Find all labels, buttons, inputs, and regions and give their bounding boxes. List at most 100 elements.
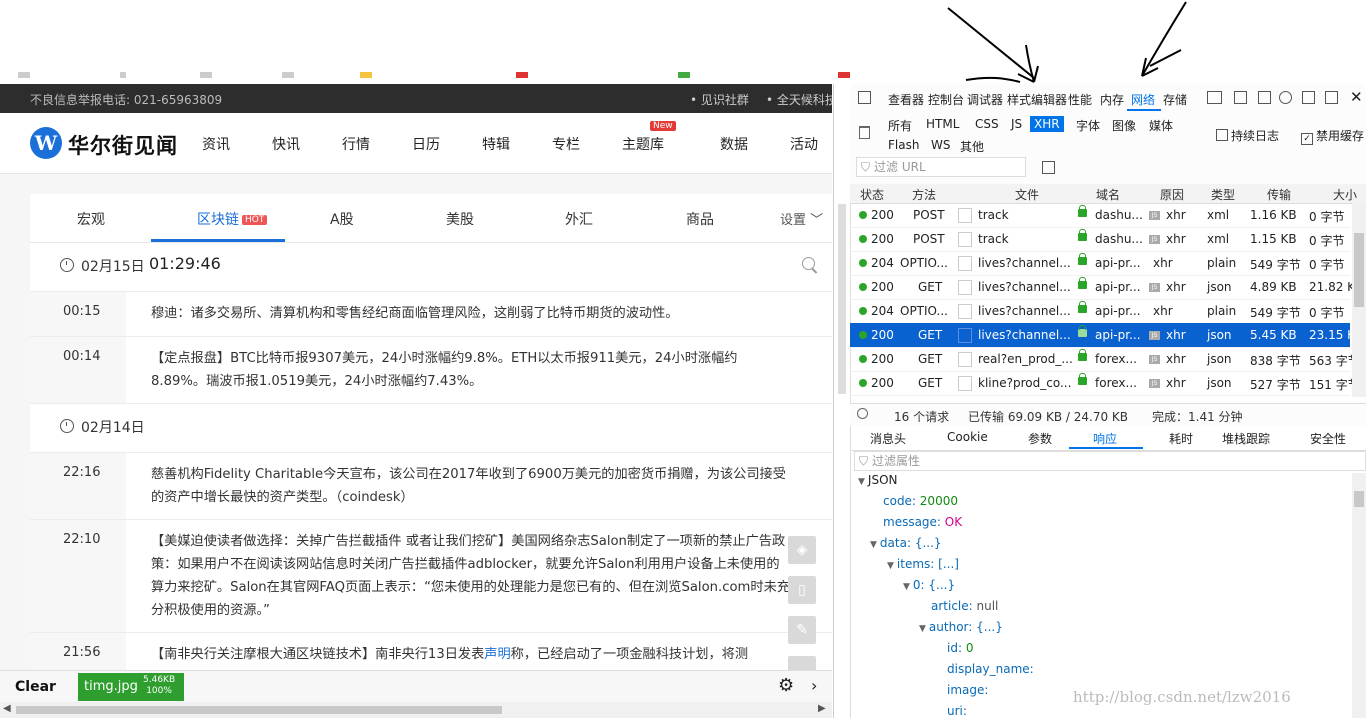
reload-icon[interactable]	[857, 408, 868, 419]
col-size[interactable]: 大小	[1333, 186, 1357, 203]
filter-images[interactable]: 图像	[1108, 116, 1140, 135]
tab-response[interactable]: 响应	[1093, 430, 1117, 447]
gear-icon[interactable]	[1279, 91, 1292, 104]
tab-security[interactable]: 安全性	[1310, 430, 1346, 447]
json-node[interactable]: ▼ items: [...]	[887, 557, 959, 571]
request-row[interactable]: JS 200 GET kline?prod_co... forex... xhr json 5…	[850, 371, 1360, 396]
community-link[interactable]: • 见识社群	[690, 91, 749, 108]
tab-network[interactable]: 网络	[1131, 91, 1155, 108]
tab-macro[interactable]: 宏观	[77, 209, 105, 229]
mobile-icon[interactable]: ▯	[788, 576, 816, 604]
request-row[interactable]: 204 OPTIO... lives?channel... api-pr... xhr p…	[850, 251, 1350, 276]
col-status[interactable]: 状态	[860, 186, 884, 203]
popout-icon[interactable]	[1325, 91, 1338, 104]
layout-icon[interactable]	[1207, 91, 1222, 104]
bookmark-icon[interactable]	[678, 72, 690, 78]
bookmark-icon[interactable]	[200, 72, 212, 78]
nav-calendar[interactable]: 日历	[412, 134, 440, 154]
nav-events[interactable]: 活动	[790, 134, 818, 154]
filter-flash[interactable]: Flash	[884, 137, 923, 153]
tab-debugger[interactable]: 调试器	[967, 91, 1003, 108]
expand-triangle-icon[interactable]: ▼	[887, 561, 894, 571]
tab-memory[interactable]: 内存	[1100, 91, 1124, 108]
scroll-right-icon[interactable]: ▶	[818, 703, 826, 714]
nav-market[interactable]: 行情	[342, 134, 370, 154]
persist-log-checkbox[interactable]: 持续日志	[1216, 127, 1279, 144]
bookmark-icon[interactable]	[18, 72, 30, 78]
scrollbar-thumb[interactable]	[16, 706, 502, 714]
share-icon[interactable]: ◈	[788, 536, 816, 564]
col-file[interactable]: 文件	[1015, 186, 1039, 203]
scrollbar-thumb[interactable]	[1354, 233, 1364, 307]
tab-params[interactable]: 参数	[1028, 430, 1052, 447]
checkbox-box[interactable]	[1216, 129, 1228, 141]
col-type[interactable]: 类型	[1211, 186, 1235, 203]
checkbox-checked[interactable]: ✓	[1301, 133, 1313, 145]
scrollbar-thumb[interactable]	[1354, 491, 1364, 507]
tab-stack-trace[interactable]: 堆栈跟踪	[1222, 430, 1270, 447]
filter-ws[interactable]: WS	[927, 137, 954, 153]
statement-link[interactable]: 声明	[484, 647, 510, 662]
json-node[interactable]: ▼ 0: {...}	[903, 578, 955, 592]
trash-icon[interactable]	[859, 126, 870, 139]
edit-icon[interactable]: ✎	[788, 616, 816, 644]
horizontal-scrollbar[interactable]: ◀ ▶	[0, 702, 832, 718]
gear-icon[interactable]: ⚙	[778, 675, 794, 696]
download-item[interactable]: timg.jpg 5.46KB 100%	[78, 673, 184, 701]
tab-forex[interactable]: 外汇	[565, 209, 593, 229]
col-cause[interactable]: 原因	[1160, 186, 1184, 203]
funnel-icon[interactable]	[1042, 161, 1055, 174]
filter-other[interactable]: 其他	[956, 137, 988, 156]
bookmark-icon[interactable]	[516, 72, 528, 78]
page-vertical-scrollbar[interactable]	[834, 84, 851, 718]
filter-js[interactable]: JS	[1007, 116, 1026, 132]
tab-a-shares[interactable]: A股	[330, 209, 354, 229]
filter-xhr[interactable]: XHR	[1030, 116, 1064, 132]
settings-dropdown[interactable]: 设置 ﹀	[780, 209, 823, 228]
tab-cookies[interactable]: Cookie	[947, 430, 988, 444]
request-row[interactable]: JS 200 GET lives?channel... api-pr... xhr json…	[850, 275, 1363, 300]
close-icon[interactable]: ✕	[1350, 88, 1363, 106]
filter-css[interactable]: CSS	[971, 116, 1003, 132]
expand-triangle-icon[interactable]: ▼	[919, 624, 926, 634]
bookmark-icon[interactable]	[360, 72, 372, 78]
tab-console[interactable]: 控制台	[928, 91, 964, 108]
nav-topics[interactable]: 主题库	[622, 134, 664, 154]
tab-style-editor[interactable]: 样式编辑器	[1007, 91, 1067, 108]
expand-triangle-icon[interactable]: ▼	[903, 582, 910, 592]
bookmark-icon[interactable]	[120, 72, 126, 78]
split-console-icon[interactable]	[1234, 91, 1247, 104]
request-row[interactable]: JS 200 POST track dashu... xhr xml 1.16 KB 0 字节	[850, 203, 1350, 228]
logo-name[interactable]: 华尔街见闻	[68, 130, 178, 160]
json-node[interactable]: ▼ data: {...}	[870, 536, 942, 550]
tab-inspector[interactable]: 查看器	[888, 91, 924, 108]
news-item[interactable]: 22:10 【美媒迫使读者做选择：关掉广告拦截插件 或者让我们挖矿】美国网络杂志…	[30, 520, 832, 633]
scrollbar-thumb[interactable]	[838, 204, 846, 394]
nav-column[interactable]: 专栏	[552, 134, 580, 154]
request-list-scrollbar[interactable]	[1352, 203, 1366, 397]
tech-link[interactable]: • 全天候科技	[766, 91, 832, 108]
request-row[interactable]: JS 200 POST track dashu... xhr xml 1.15 KB 0 字节	[850, 227, 1350, 252]
nav-flash[interactable]: 快讯	[272, 134, 300, 154]
tab-storage[interactable]: 存储	[1163, 91, 1187, 108]
json-scrollbar[interactable]	[1352, 473, 1366, 718]
col-domain[interactable]: 域名	[1096, 186, 1120, 203]
element-picker-icon[interactable]	[858, 91, 871, 104]
responsive-mode-icon[interactable]	[1258, 91, 1271, 104]
filter-all[interactable]: 所有	[884, 116, 916, 135]
chevron-right-icon[interactable]: ›	[811, 676, 817, 695]
expand-triangle-icon[interactable]: ▼	[858, 477, 865, 487]
property-filter-input[interactable]: ⛉ 过滤属性	[854, 451, 1366, 471]
col-method[interactable]: 方法	[912, 186, 936, 203]
news-item[interactable]: 22:16 慈善机构Fidelity Charitable今天宣布，该公司在20…	[30, 453, 832, 520]
bookmark-icon[interactable]	[282, 72, 294, 78]
news-item[interactable]: 00:14 【定点报盘】BTC比特币报9307美元，24小时涨幅约9.8%。ET…	[30, 337, 832, 404]
tab-us-stocks[interactable]: 美股	[446, 209, 474, 229]
nav-data[interactable]: 数据	[720, 134, 748, 154]
request-row[interactable]: JS 200 GET real?en_prod_... forex... xhr json 8…	[850, 347, 1360, 372]
col-transferred[interactable]: 传输	[1267, 186, 1291, 203]
news-item[interactable]: 00:15 穆迪：诸多交易所、清算机构和零售经纪商面临管理风险，这削弱了比特币期…	[30, 292, 832, 337]
dock-icon[interactable]	[1302, 91, 1315, 104]
url-filter-input[interactable]: ⛉ 过滤 URL	[856, 157, 1026, 177]
json-node[interactable]: ▼ author: {...}	[919, 620, 1003, 634]
